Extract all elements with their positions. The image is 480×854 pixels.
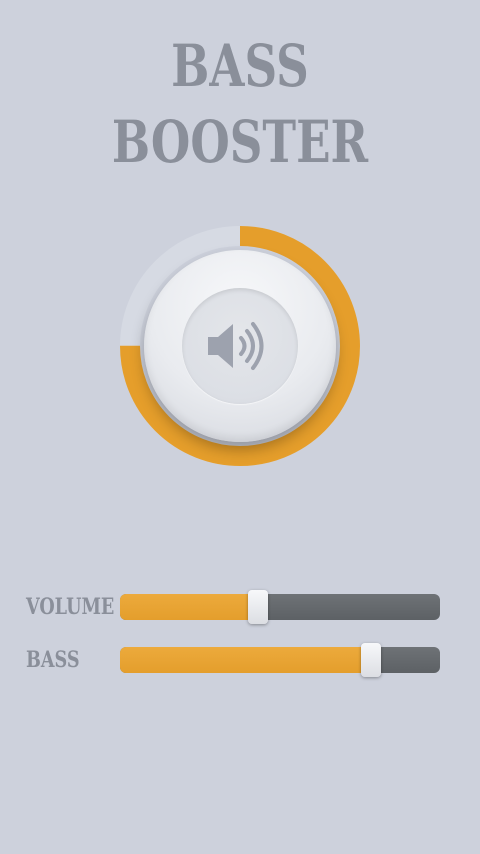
bass-label: BASS	[26, 647, 80, 673]
bass-slider-fill	[120, 647, 371, 673]
volume-slider-row: VOLUME	[26, 590, 446, 624]
knob-center	[182, 288, 298, 404]
app-title: BASS BOOSTER	[111, 32, 369, 176]
volume-slider-fill	[120, 594, 258, 620]
knob-button[interactable]	[144, 250, 336, 442]
volume-slider[interactable]	[120, 590, 440, 624]
bass-knob[interactable]	[120, 226, 360, 466]
volume-label: VOLUME	[26, 594, 115, 620]
bass-slider[interactable]	[120, 643, 440, 677]
bass-slider-thumb[interactable]	[361, 643, 381, 677]
volume-slider-thumb[interactable]	[248, 590, 268, 624]
bass-slider-row: BASS	[26, 643, 446, 677]
speaker-volume-icon	[208, 322, 264, 370]
